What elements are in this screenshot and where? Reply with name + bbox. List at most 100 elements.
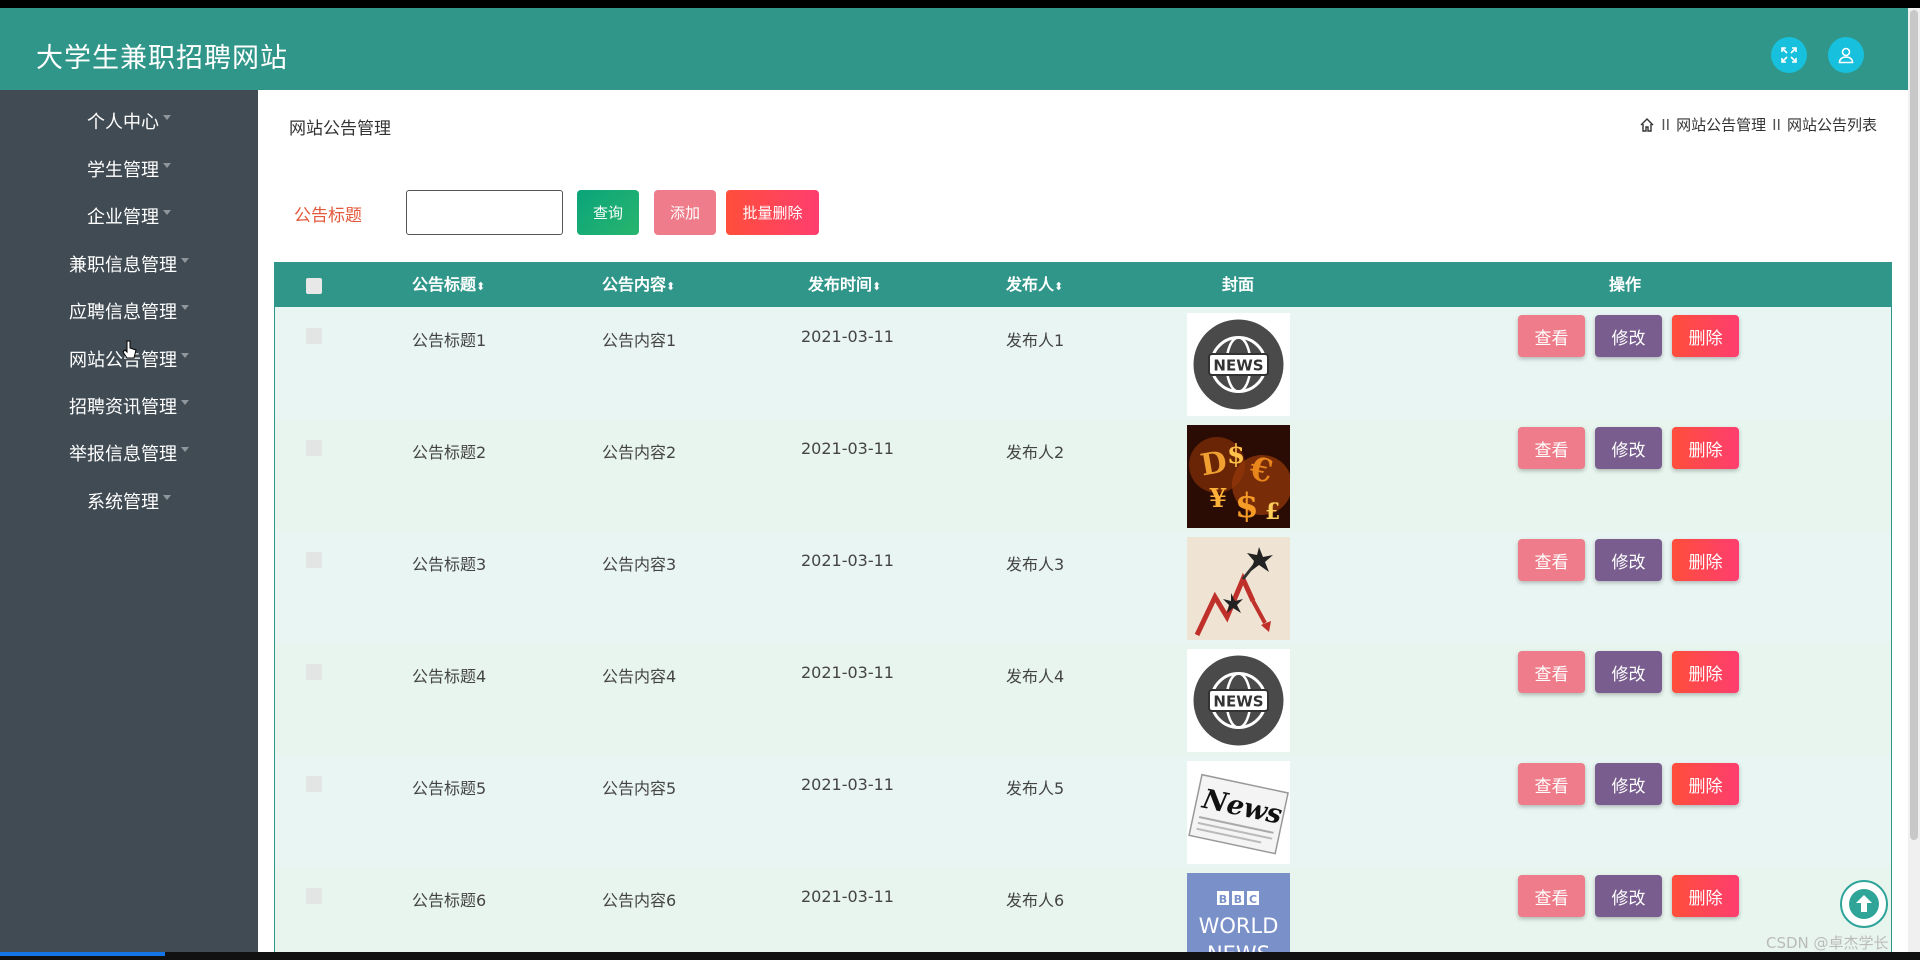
column-header-content[interactable]: 公告内容⬍ xyxy=(602,263,675,307)
row-checkbox[interactable] xyxy=(306,664,322,680)
announcement-table: 公告标题⬍ 公告内容⬍ 发布时间⬍ 发布人⬍ 封面 操作 公告标题1 公告内容1… xyxy=(274,262,1892,952)
delete-button[interactable]: 删除 xyxy=(1672,651,1739,693)
sidebar-item-students[interactable]: 学生管理 xyxy=(0,151,258,191)
row-checkbox[interactable] xyxy=(306,440,322,456)
caret-down-icon xyxy=(163,114,171,120)
sidebar-item-label: 招聘资讯管理 xyxy=(69,397,177,418)
breadcrumb-item[interactable]: 网站公告管理 xyxy=(1676,114,1766,135)
select-all-checkbox[interactable] xyxy=(306,278,322,294)
cell-title: 公告标题1 xyxy=(412,331,487,350)
vertical-scrollbar[interactable] xyxy=(1908,8,1920,952)
delete-button[interactable]: 删除 xyxy=(1672,539,1739,581)
scrollbar-thumb[interactable] xyxy=(1910,10,1918,840)
batch-delete-button[interactable]: 批量删除 xyxy=(726,190,819,235)
edit-button[interactable]: 修改 xyxy=(1595,427,1662,469)
cell-publisher: 发布人6 xyxy=(1006,891,1065,910)
breadcrumb: II 网站公告管理 II 网站公告列表 xyxy=(1639,114,1877,135)
edit-button[interactable]: 修改 xyxy=(1595,651,1662,693)
watermark-text: CSDN @卓杰学长 xyxy=(1766,934,1889,952)
table-row: 公告标题1 公告内容1 2021-03-11 发布人1 NEWS 查看 修改 删… xyxy=(275,307,1891,419)
main-content: 网站公告管理 II 网站公告管理 II 网站公告列表 公告标题 查询 添加 批量… xyxy=(258,90,1908,952)
add-button[interactable]: 添加 xyxy=(654,190,716,235)
column-header-publisher[interactable]: 发布人⬍ xyxy=(1006,263,1063,307)
cell-time: 2021-03-11 xyxy=(801,663,894,682)
cell-title: 公告标题2 xyxy=(412,443,487,462)
user-icon xyxy=(1838,47,1854,64)
cell-time: 2021-03-11 xyxy=(801,439,894,458)
title-search-input[interactable] xyxy=(406,190,563,235)
column-header-time[interactable]: 发布时间⬍ xyxy=(808,263,881,307)
cell-title: 公告标题3 xyxy=(412,555,487,574)
cell-publisher: 发布人4 xyxy=(1006,667,1065,686)
view-button[interactable]: 查看 xyxy=(1518,875,1585,917)
cell-content: 公告内容3 xyxy=(602,555,677,574)
cell-publisher: 发布人2 xyxy=(1006,443,1065,462)
edit-button[interactable]: 修改 xyxy=(1595,539,1662,581)
view-button[interactable]: 查看 xyxy=(1518,427,1585,469)
view-button[interactable]: 查看 xyxy=(1518,315,1585,357)
sidebar-item-personal-center[interactable]: 个人中心 xyxy=(0,103,258,143)
cell-publisher: 发布人5 xyxy=(1006,779,1065,798)
back-to-top-button[interactable] xyxy=(1840,880,1888,928)
sidebar-item-companies[interactable]: 企业管理 xyxy=(0,198,258,238)
sidebar-item-label: 兼职信息管理 xyxy=(69,255,177,276)
edit-button[interactable]: 修改 xyxy=(1595,875,1662,917)
delete-button[interactable]: 删除 xyxy=(1672,315,1739,357)
sort-icon: ⬍ xyxy=(872,280,882,293)
cell-title: 公告标题4 xyxy=(412,667,487,686)
caret-down-icon xyxy=(163,494,171,500)
row-checkbox[interactable] xyxy=(306,776,322,792)
cell-content: 公告内容1 xyxy=(602,331,677,350)
sort-icon: ⬍ xyxy=(476,280,486,293)
site-title: 大学生兼职招聘网站 xyxy=(36,43,288,74)
cover-image: NEWS xyxy=(1187,313,1290,416)
caret-down-icon xyxy=(163,209,171,215)
svg-text:NEWS: NEWS xyxy=(1213,357,1263,375)
column-header-title[interactable]: 公告标题⬍ xyxy=(412,263,485,307)
search-label: 公告标题 xyxy=(294,206,362,226)
sidebar-item-system[interactable]: 系统管理 xyxy=(0,483,258,523)
edit-button[interactable]: 修改 xyxy=(1595,315,1662,357)
cell-content: 公告内容5 xyxy=(602,779,677,798)
fullscreen-button[interactable] xyxy=(1771,37,1807,73)
view-button[interactable]: 查看 xyxy=(1518,763,1585,805)
delete-button[interactable]: 删除 xyxy=(1672,875,1739,917)
svg-text:C: C xyxy=(1249,893,1257,906)
sidebar-item-label: 企业管理 xyxy=(87,207,159,228)
row-checkbox[interactable] xyxy=(306,328,322,344)
row-checkbox[interactable] xyxy=(306,552,322,568)
cell-time: 2021-03-11 xyxy=(801,551,894,570)
top-header: 大学生兼职招聘网站 xyxy=(0,8,1908,90)
page-title: 网站公告管理 xyxy=(289,119,391,139)
delete-button[interactable]: 删除 xyxy=(1672,427,1739,469)
svg-text:$: $ xyxy=(1227,440,1245,470)
svg-text:¥: ¥ xyxy=(1209,484,1227,514)
view-button[interactable]: 查看 xyxy=(1518,651,1585,693)
news-globe-icon: NEWS xyxy=(1187,313,1290,416)
table-row: 公告标题3 公告内容3 2021-03-11 发布人3 查看 修改 删除 xyxy=(275,531,1891,643)
row-checkbox[interactable] xyxy=(306,888,322,904)
delete-button[interactable]: 删除 xyxy=(1672,763,1739,805)
caret-down-icon xyxy=(181,399,189,405)
svg-text:WORLD: WORLD xyxy=(1199,914,1279,938)
bbc-world-news-icon: B B C WORLD NEWS xyxy=(1187,873,1290,952)
cover-image: D $ € ¥ $ £ xyxy=(1187,425,1290,528)
sidebar-item-recruitment-news[interactable]: 招聘资讯管理 xyxy=(0,388,258,428)
caret-down-icon xyxy=(163,162,171,168)
sidebar-item-reports[interactable]: 举报信息管理 xyxy=(0,435,258,475)
edit-button[interactable]: 修改 xyxy=(1595,763,1662,805)
cell-time: 2021-03-11 xyxy=(801,775,894,794)
sort-icon: ⬍ xyxy=(1054,280,1064,293)
sidebar: 个人中心 学生管理 企业管理 兼职信息管理 应聘信息管理 网站公告管理 招聘资讯… xyxy=(0,90,258,952)
query-button[interactable]: 查询 xyxy=(577,190,639,235)
breadcrumb-item: 网站公告列表 xyxy=(1786,116,1877,134)
cell-content: 公告内容4 xyxy=(602,667,677,686)
breadcrumb-separator: II xyxy=(1661,115,1671,134)
view-button[interactable]: 查看 xyxy=(1518,539,1585,581)
user-button[interactable] xyxy=(1828,37,1864,73)
sidebar-item-applications[interactable]: 应聘信息管理 xyxy=(0,293,258,333)
home-icon[interactable] xyxy=(1639,117,1655,133)
cover-image xyxy=(1187,537,1290,640)
sidebar-item-label: 学生管理 xyxy=(87,160,159,181)
sidebar-item-part-time-jobs[interactable]: 兼职信息管理 xyxy=(0,246,258,286)
